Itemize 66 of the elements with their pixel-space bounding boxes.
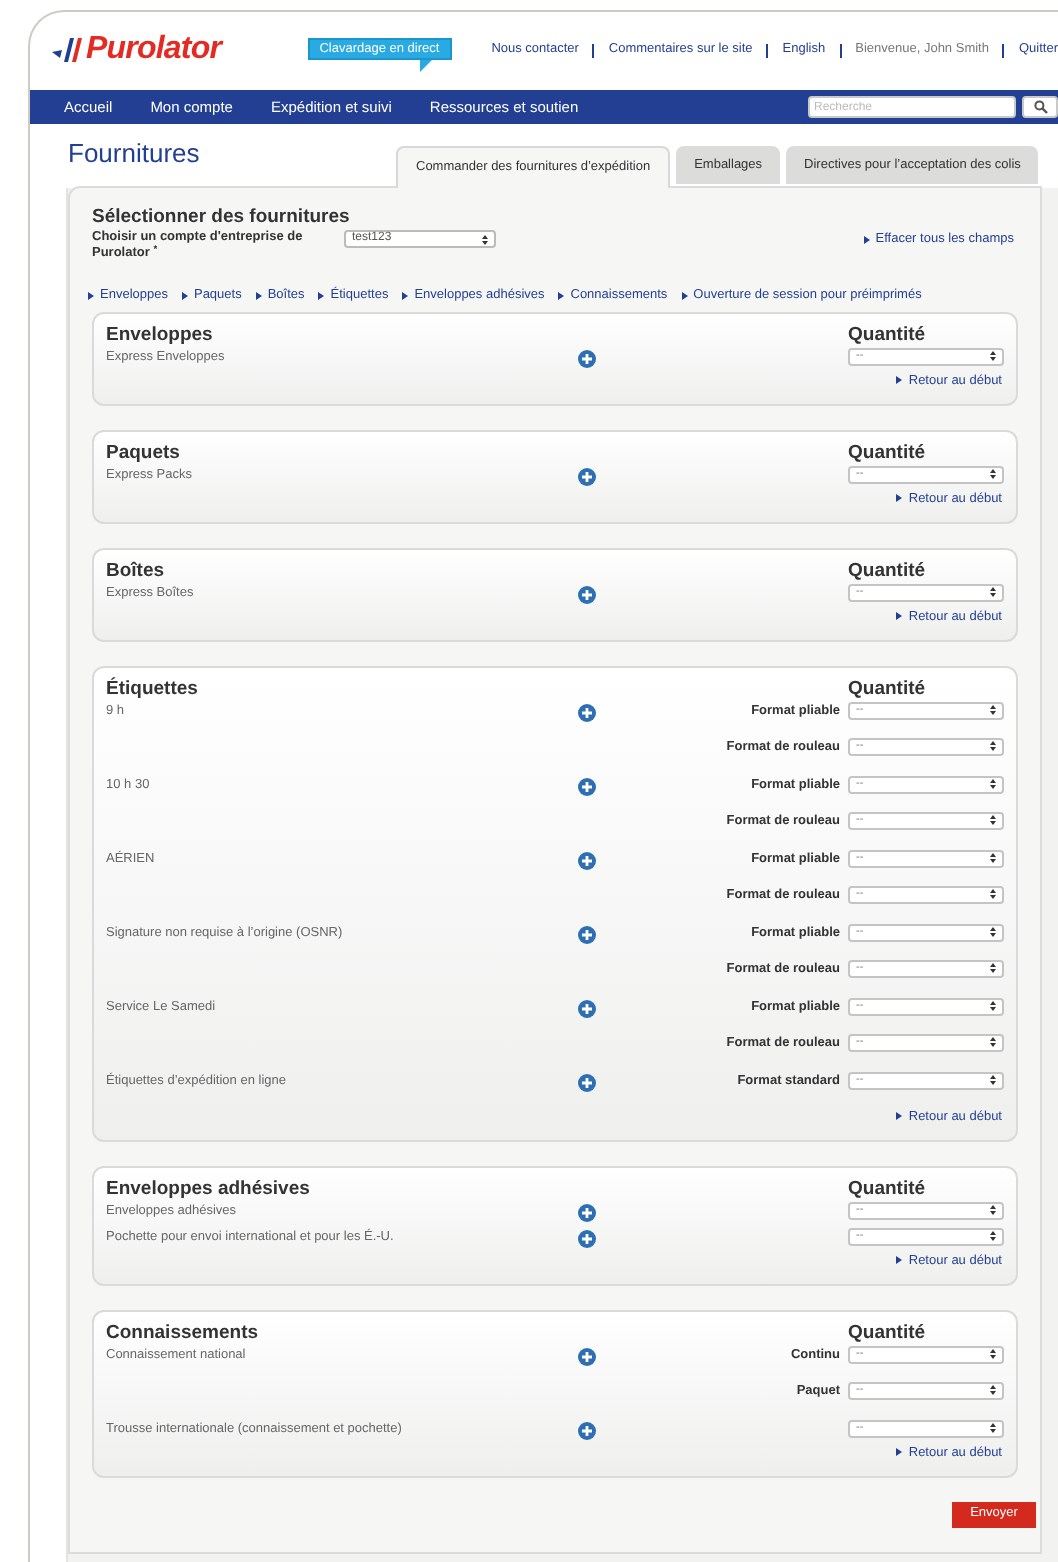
arrow-icon xyxy=(88,291,94,300)
add-icon[interactable] xyxy=(578,1347,596,1366)
quantity-heading: Quantité xyxy=(848,441,928,466)
select-arrows-icon xyxy=(990,1000,996,1013)
section-title: Boîtes xyxy=(106,559,165,584)
arrow-icon xyxy=(558,291,565,300)
add-icon[interactable] xyxy=(578,1421,596,1440)
select-arrows-icon xyxy=(482,233,488,245)
add-icon[interactable] xyxy=(578,467,596,486)
select-arrows-icon xyxy=(990,586,996,599)
search-icon xyxy=(1033,100,1047,114)
select-arrows-icon xyxy=(990,814,996,827)
select-arrows-icon xyxy=(990,778,996,791)
select-arrows-icon xyxy=(990,1074,996,1087)
add-icon[interactable] xyxy=(578,1203,596,1222)
select-arrows-icon xyxy=(990,704,996,717)
logo-stripes-icon xyxy=(52,38,88,62)
select-arrows-icon xyxy=(990,1384,996,1397)
quantity-heading: Quantité xyxy=(848,1321,928,1346)
add-icon[interactable] xyxy=(578,703,596,722)
arrow-icon xyxy=(896,612,903,621)
select-arrows-icon xyxy=(990,1348,996,1361)
search-button[interactable] xyxy=(1022,96,1058,118)
arrow-icon xyxy=(318,291,325,300)
arrow-icon xyxy=(402,291,409,300)
arrow-icon xyxy=(896,494,903,503)
select-arrows-icon xyxy=(990,740,996,753)
select-arrows-icon xyxy=(990,888,996,901)
arrow-icon xyxy=(681,291,688,300)
quantity-heading: Quantité xyxy=(848,323,928,348)
section-title: Connaissements xyxy=(106,1321,259,1346)
section-title: Paquets xyxy=(106,441,180,466)
select-arrows-icon xyxy=(990,350,996,363)
arrow-icon xyxy=(181,291,188,300)
add-icon[interactable] xyxy=(578,999,596,1018)
speech-bubble-tail-icon xyxy=(419,60,432,72)
add-icon[interactable] xyxy=(578,1073,596,1092)
select-arrows-icon xyxy=(990,852,996,865)
arrow-icon xyxy=(896,1448,903,1457)
select-arrows-icon xyxy=(990,962,996,975)
arrow-icon xyxy=(863,235,870,243)
arrow-icon xyxy=(896,376,903,385)
arrow-icon xyxy=(896,1112,903,1121)
select-arrows-icon xyxy=(990,1204,996,1217)
select-arrows-icon xyxy=(990,1230,996,1243)
add-icon[interactable] xyxy=(578,585,596,604)
section-heading: Sélectionner des fournitures xyxy=(92,206,344,228)
select-arrows-icon xyxy=(990,1036,996,1049)
select-arrows-icon xyxy=(990,926,996,939)
page-title: Fournitures xyxy=(68,135,202,171)
select-arrows-icon xyxy=(990,468,996,481)
select-arrows-icon xyxy=(990,1422,996,1435)
quantity-heading: Quantité xyxy=(848,559,928,584)
arrow-icon xyxy=(255,291,262,300)
quantity-heading: Quantité xyxy=(848,1177,928,1202)
quantity-heading: Quantité xyxy=(848,677,928,702)
add-icon[interactable] xyxy=(578,1229,596,1248)
add-icon[interactable] xyxy=(578,851,596,870)
section-title: Étiquettes xyxy=(106,677,198,702)
section-title: Enveloppes adhésives xyxy=(106,1177,310,1202)
add-icon[interactable] xyxy=(578,777,596,796)
add-icon[interactable] xyxy=(578,925,596,944)
logo-text: Purolator xyxy=(86,30,222,70)
add-icon[interactable] xyxy=(578,349,596,368)
section-title: Enveloppes xyxy=(106,323,213,348)
arrow-icon xyxy=(896,1256,903,1265)
